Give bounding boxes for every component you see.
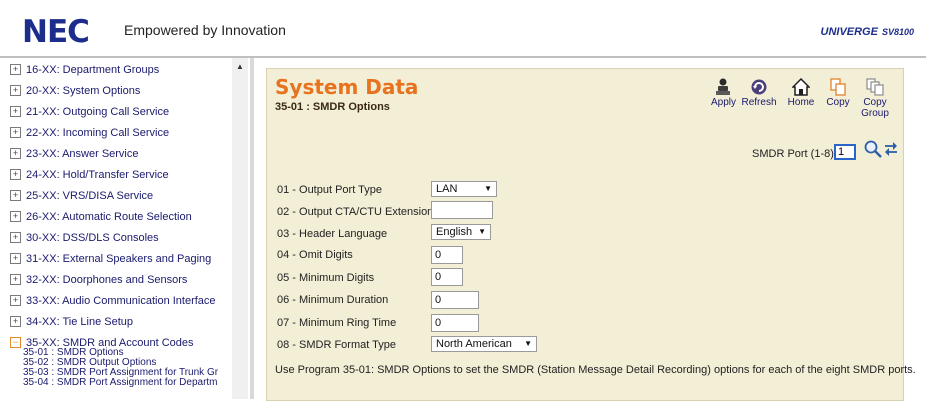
tree-item-32[interactable]: +32-XX: Doorphones and Sensors (10, 273, 187, 287)
header-language-label: 03 - Header Language (277, 228, 388, 240)
tree-item-label: 32-XX: Doorphones and Sensors (26, 274, 188, 286)
tree-item-33[interactable]: +33-XX: Audio Communication Interface (10, 294, 216, 308)
swap-arrows-icon[interactable] (884, 141, 898, 157)
expand-icon[interactable]: + (10, 85, 21, 96)
copy-group-button[interactable]: Copy Group (859, 78, 891, 119)
minimum-ring-time-input[interactable]: 0 (431, 314, 479, 332)
smdr-format-type-label: 08 - SMDR Format Type (277, 339, 396, 351)
tree-item-21[interactable]: +21-XX: Outgoing Call Service (10, 105, 169, 119)
sidebar-scrollbar[interactable] (232, 58, 248, 399)
expand-icon[interactable]: + (10, 232, 21, 243)
apply-label: Apply (711, 97, 737, 108)
tree-item-31[interactable]: +31-XX: External Speakers and Paging (10, 252, 211, 266)
minimum-digits-input[interactable]: 0 (431, 268, 463, 286)
minimum-duration-label: 06 - Minimum Duration (277, 294, 389, 306)
tree-item-label: 24-XX: Hold/Transfer Service (26, 169, 169, 181)
tree-subitem-35-04[interactable]: 35-04 : SMDR Port Assignment for Departm (23, 378, 218, 388)
tree-item-label: 16-XX: Department Groups (26, 64, 160, 76)
scroll-up-arrow-icon[interactable]: ▲ (232, 60, 248, 74)
copy-label: Copy (826, 97, 850, 108)
home-icon (792, 78, 810, 96)
chevron-down-icon: ▼ (524, 339, 532, 348)
smdr-format-type-select[interactable]: North American ▼ (431, 336, 537, 352)
expand-icon[interactable]: + (10, 148, 21, 159)
tree-item-16[interactable]: +16-XX: Department Groups (10, 63, 159, 77)
header-language-value: English (436, 226, 473, 238)
page-subtitle: 35-01 : SMDR Options (275, 101, 390, 113)
tree-item-label: 21-XX: Outgoing Call Service (26, 106, 170, 118)
search-icon[interactable] (864, 140, 882, 158)
refresh-icon (751, 79, 767, 95)
tree-item-label: 34-XX: Tie Line Setup (26, 316, 134, 328)
tree-item-22[interactable]: +22-XX: Incoming Call Service (10, 126, 169, 140)
tree-item-label: 33-XX: Audio Communication Interface (26, 295, 216, 307)
chevron-down-icon: ▼ (484, 184, 492, 193)
app-header: NEC Empowered by Innovation UNIVERGE SV81… (0, 0, 926, 58)
nec-logo: NEC (22, 14, 90, 50)
collapse-icon[interactable]: − (10, 337, 21, 348)
program-tree: +16-XX: Department Groups +20-XX: System… (0, 58, 252, 399)
tree-item-label: 30-XX: DSS/DLS Consoles (26, 232, 159, 244)
tree-item-23[interactable]: +23-XX: Answer Service (10, 147, 139, 161)
expand-icon[interactable]: + (10, 169, 21, 180)
apply-icon (716, 78, 730, 95)
tree-item-label: 26-XX: Automatic Route Selection (26, 211, 192, 223)
smdr-format-type-value: North American (436, 338, 512, 350)
page-title: System Data (275, 75, 419, 99)
product-name: UNIVERGE (820, 26, 878, 38)
refresh-label: Refresh (741, 97, 777, 108)
tree-item-label: 25-XX: VRS/DISA Service (26, 190, 154, 202)
expand-icon[interactable]: + (10, 316, 21, 327)
copy-group-icon (866, 78, 884, 96)
tree-item-30[interactable]: +30-XX: DSS/DLS Consoles (10, 231, 159, 245)
tagline: Empowered by Innovation (124, 22, 286, 38)
minimum-digits-label: 05 - Minimum Digits (277, 272, 375, 284)
home-label: Home (787, 97, 815, 108)
copy-group-label-1: Copy (863, 97, 887, 108)
output-cta-ctu-extension-input[interactable] (431, 201, 493, 219)
tree-item-24[interactable]: +24-XX: Hold/Transfer Service (10, 168, 169, 182)
minimum-duration-input[interactable]: 0 (431, 291, 479, 309)
tree-item-label: 31-XX: External Speakers and Paging (26, 253, 212, 265)
minimum-ring-time-label: 07 - Minimum Ring Time (277, 317, 397, 329)
expand-icon[interactable]: + (10, 274, 21, 285)
expand-icon[interactable]: + (10, 64, 21, 75)
model-name: SV8100 (881, 27, 914, 37)
smdr-port-input[interactable]: 1 (834, 144, 856, 160)
tree-item-label: 23-XX: Answer Service (26, 148, 139, 160)
tree-item-label: 22-XX: Incoming Call Service (26, 127, 170, 139)
omit-digits-input[interactable]: 0 (431, 246, 463, 264)
output-cta-ctu-extension-label: 02 - Output CTA/CTU Extension (277, 206, 434, 218)
expand-icon[interactable]: + (10, 295, 21, 306)
apply-button[interactable]: Apply (711, 78, 737, 108)
copy-button[interactable]: Copy (825, 78, 851, 108)
output-port-type-value: LAN (436, 183, 458, 195)
refresh-button[interactable]: Refresh (739, 78, 779, 108)
copy-group-label-2: Group (861, 108, 889, 119)
home-button[interactable]: Home (786, 78, 816, 108)
expand-icon[interactable]: + (10, 190, 21, 201)
omit-digits-label: 04 - Omit Digits (277, 249, 353, 261)
copy-icon (830, 78, 846, 96)
tree-item-20[interactable]: +20-XX: System Options (10, 84, 140, 98)
tree-item-25[interactable]: +25-XX: VRS/DISA Service (10, 189, 153, 203)
chevron-down-icon: ▼ (478, 227, 486, 236)
header-language-select[interactable]: English ▼ (431, 224, 491, 240)
output-port-type-select[interactable]: LAN ▼ (431, 181, 497, 197)
univerge-logo: UNIVERGE SV8100 (821, 26, 915, 38)
expand-icon[interactable]: + (10, 106, 21, 117)
expand-icon[interactable]: + (10, 253, 21, 264)
tree-item-label: 20-XX: System Options (26, 85, 141, 97)
output-port-type-label: 01 - Output Port Type (277, 184, 382, 196)
smdr-port-label: SMDR Port (1-8) (752, 148, 834, 160)
tree-item-26[interactable]: +26-XX: Automatic Route Selection (10, 210, 192, 224)
tree-item-34[interactable]: +34-XX: Tie Line Setup (10, 315, 133, 329)
help-note: Use Program 35-01: SMDR Options to set t… (275, 364, 916, 376)
expand-icon[interactable]: + (10, 211, 21, 222)
expand-icon[interactable]: + (10, 127, 21, 138)
